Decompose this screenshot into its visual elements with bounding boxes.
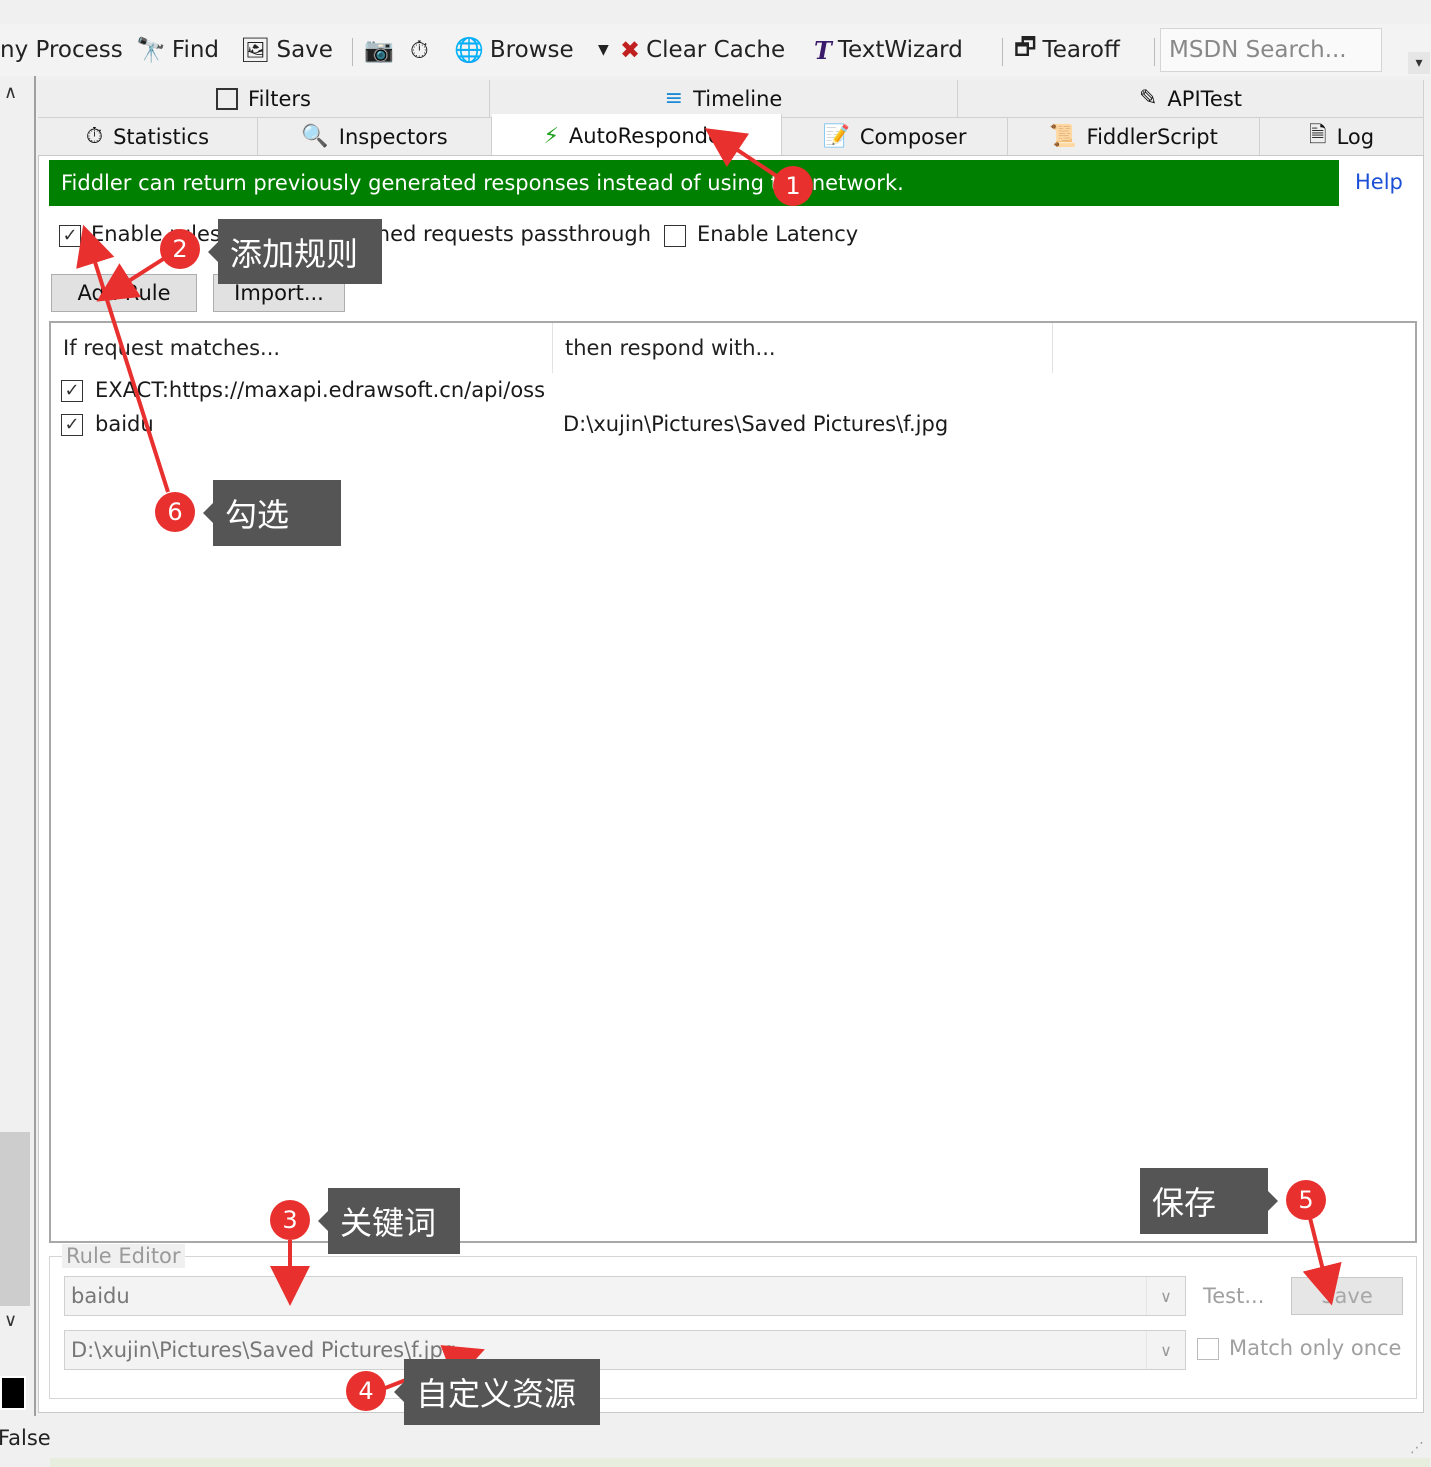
tip-keyword: 关键词 xyxy=(318,1188,460,1254)
annotation-arrows xyxy=(76,128,1342,1392)
step-badge-4: 4 xyxy=(346,1371,386,1411)
arrow-5 xyxy=(1302,1217,1342,1306)
tip-text: 添加规则 xyxy=(230,234,359,273)
tip-text: 勾选 xyxy=(225,496,290,534)
tip-text: 关键词 xyxy=(340,1204,437,1242)
tip-text: 保存 xyxy=(1152,1184,1217,1222)
step-badge-3: 3 xyxy=(270,1200,310,1240)
tip-save: 保存 xyxy=(1140,1168,1278,1234)
tip-check: 勾选 xyxy=(203,480,341,546)
tip-add-rule: 添加规则 xyxy=(208,219,382,284)
arrow-2 xyxy=(96,254,170,302)
tip-text: 自定义资源 xyxy=(416,1375,577,1413)
step-badge-2: 2 xyxy=(160,229,200,269)
arrow-6 xyxy=(76,224,170,493)
tip-custom-resource: 自定义资源 xyxy=(394,1359,600,1425)
step-badge-1: 1 xyxy=(773,166,813,206)
step-badge-6: 6 xyxy=(155,492,195,532)
step-badge-5: 5 xyxy=(1286,1180,1326,1220)
